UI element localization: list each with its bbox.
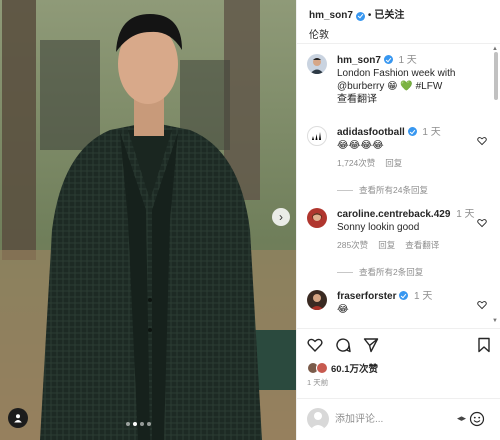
like-summary[interactable]: 60.1万次赞: [307, 361, 378, 375]
reply-button[interactable]: 回复: [378, 239, 395, 252]
current-user-avatar: [307, 408, 329, 430]
view-replies-button[interactable]: 查看所有2条回复: [337, 266, 423, 278]
next-photo-button[interactable]: ›: [272, 208, 290, 226]
caption: hm_son7 1 天 London Fashion week with @bu…: [307, 54, 487, 114]
share-send-icon[interactable]: [363, 337, 379, 353]
comments-list: hm_son7 1 天 London Fashion week with @bu…: [297, 46, 500, 326]
caption-translate-link[interactable]: 查看翻译: [337, 93, 477, 106]
comment-text: 😂: [337, 304, 349, 315]
comment-input[interactable]: [335, 411, 445, 427]
verified-icon: [407, 127, 417, 136]
avatar[interactable]: [307, 208, 327, 228]
comment-username[interactable]: caroline.centreback.429: [337, 209, 450, 220]
comment-text: 😂😂😂😂: [337, 140, 384, 151]
comment-item: adidasfootball 1 天 😂😂😂😂 1,724次赞 回复: [307, 126, 487, 170]
liker-avatar: [316, 362, 328, 374]
comment-time: 1 天: [456, 209, 475, 220]
comment-item: fraserforster 1 天 😂: [307, 290, 487, 326]
comment-bubble-icon[interactable]: [335, 337, 351, 353]
comment-likes[interactable]: 285次赞: [337, 239, 368, 252]
caption-time: 1 天: [398, 55, 417, 66]
adidas-logo-icon: [312, 132, 321, 140]
post-image: [0, 0, 296, 440]
caption-username[interactable]: hm_son7: [337, 55, 381, 66]
heart-icon[interactable]: [477, 300, 487, 310]
comment-username[interactable]: fraserforster: [337, 291, 396, 302]
add-comment-bar: ◂▸: [297, 398, 500, 440]
post-time: 1 天前: [307, 378, 329, 387]
view-replies-label[interactable]: 查看所有24条回复: [359, 184, 428, 196]
view-replies-label[interactable]: 查看所有2条回复: [359, 266, 423, 278]
comment-username[interactable]: adidasfootball: [337, 127, 405, 138]
post-header: hm_son7 • 已关注 伦敦: [297, 0, 500, 44]
caption-line-2: @burberry 😁 💚 #LFW: [337, 81, 443, 92]
scroll-arrows-icon[interactable]: ◂▸: [457, 413, 466, 424]
chevron-right-icon: ›: [279, 210, 283, 224]
user-icon: [14, 414, 22, 423]
carousel-dot: [126, 422, 130, 426]
avatar[interactable]: [307, 54, 327, 74]
emoji-icon[interactable]: [469, 411, 485, 427]
post-actions: 60.1万次赞 1 天前: [297, 328, 500, 398]
comment-likes[interactable]: 1,724次赞: [337, 157, 375, 170]
view-replies-button[interactable]: 查看所有24条回复: [337, 184, 428, 196]
comments-panel: hm_son7 • 已关注 伦敦 ▲ ▼ hm_son7 1 天 London …: [296, 0, 500, 440]
verified-icon: [383, 55, 393, 64]
carousel-indicator: [126, 422, 151, 426]
comment-time: 1 天: [422, 127, 441, 138]
translate-button[interactable]: 查看翻译: [405, 239, 439, 252]
avatar[interactable]: [307, 290, 327, 310]
verified-icon: [355, 11, 365, 21]
like-count[interactable]: 60.1万次赞: [331, 361, 378, 375]
carousel-dot: [140, 422, 144, 426]
comment-item: caroline.centreback.429 1 天 Sonny lookin…: [307, 208, 487, 252]
divider: [337, 271, 353, 273]
carousel-dot-active: [133, 422, 137, 426]
author-username[interactable]: hm_son7: [309, 10, 353, 22]
heart-icon[interactable]: [477, 136, 487, 146]
avatar[interactable]: [307, 126, 327, 146]
carousel-dot: [147, 422, 151, 426]
follow-status-button[interactable]: 已关注: [374, 10, 404, 22]
bookmark-icon[interactable]: [477, 337, 491, 353]
verified-icon: [399, 291, 409, 300]
comment-time: 1 天: [414, 291, 433, 302]
comment-text: Sonny lookin good: [337, 222, 420, 233]
heart-icon[interactable]: [477, 218, 487, 228]
caption-line-1: London Fashion week with: [337, 68, 456, 79]
separator-dot: •: [367, 10, 372, 21]
post-location[interactable]: 伦敦: [309, 26, 500, 41]
tagged-users-button[interactable]: [8, 408, 28, 428]
reply-button[interactable]: 回复: [385, 157, 402, 170]
like-heart-icon[interactable]: [307, 337, 323, 353]
post-photo[interactable]: ›: [0, 0, 296, 440]
divider: [337, 189, 353, 191]
